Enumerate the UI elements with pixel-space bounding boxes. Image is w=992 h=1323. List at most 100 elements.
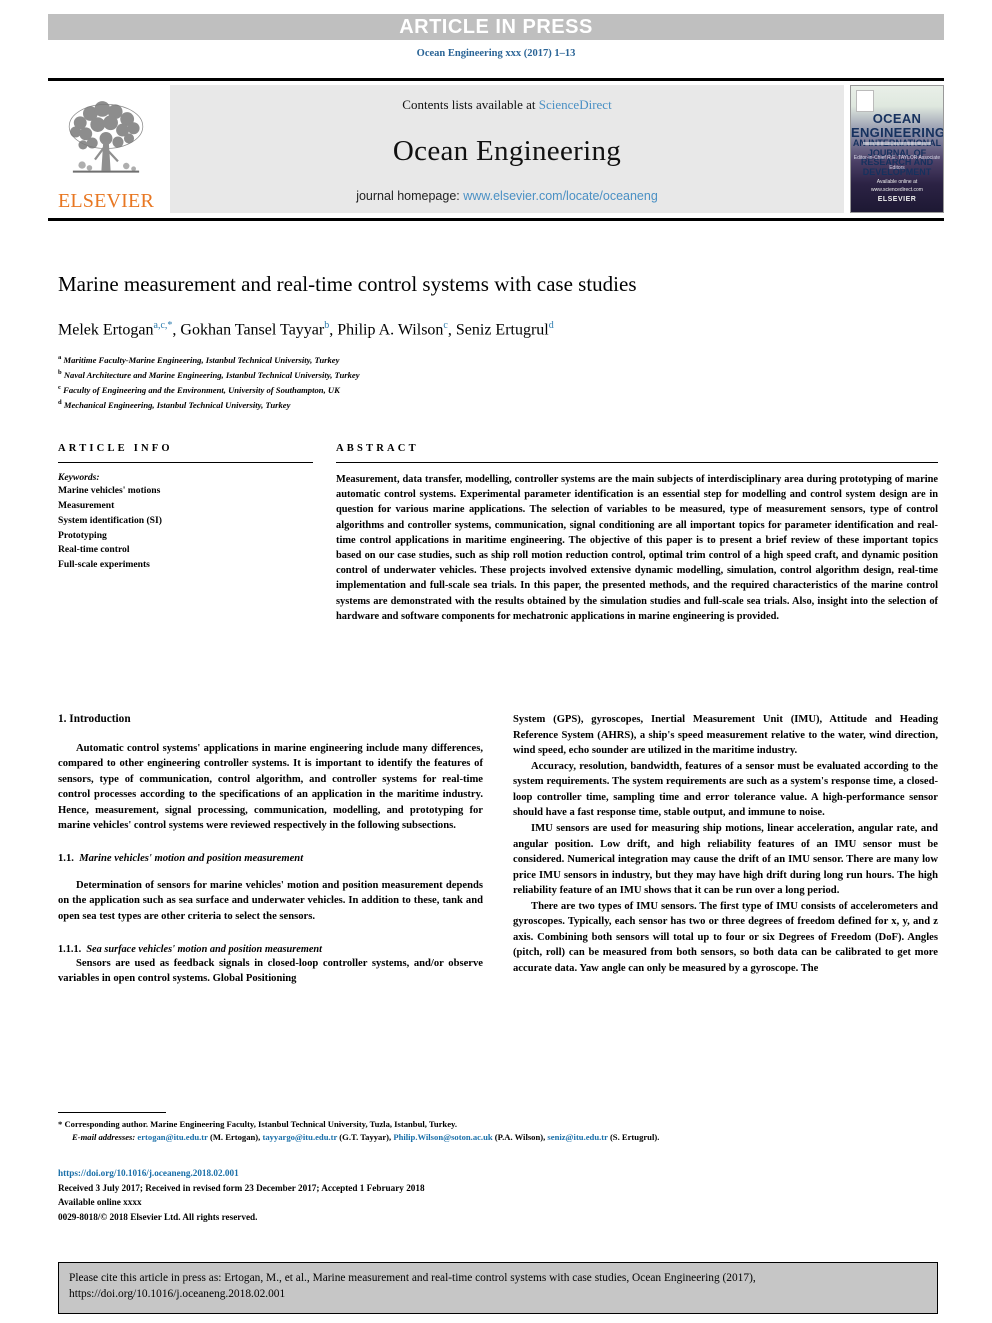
- body-paragraph: Accuracy, resolution, bandwidth, feature…: [513, 760, 938, 819]
- author-affil-marks: d: [548, 320, 554, 332]
- abstract-body: Measurement, data transfer, modelling, c…: [336, 474, 938, 622]
- email-owner: (S. Ertugrul).: [609, 1132, 660, 1143]
- affiliation-item: b Naval Architecture and Marine Engineer…: [58, 368, 938, 383]
- keywords-label: Keywords:: [58, 472, 100, 483]
- author-name: Gokhan Tansel Tayyar: [180, 321, 325, 339]
- affiliation-text: Mechanical Engineering, Istanbul Technic…: [63, 399, 291, 410]
- contents-prefix: Contents lists available at: [402, 97, 539, 112]
- abstract-rule: [336, 462, 938, 463]
- body-paragraph: Automatic control systems' applications …: [58, 742, 483, 832]
- abstract-column: ABSTRACT Measurement, data transfer, mod…: [336, 443, 938, 624]
- article-body: 1. Introduction Automatic control system…: [58, 712, 938, 987]
- affiliation-mark: a: [58, 354, 62, 362]
- subsection-title: Marine vehicles' motion and position mea…: [79, 853, 304, 865]
- citation-box: Please cite this article in press as: Er…: [58, 1262, 938, 1314]
- body-paragraph: There are two types of IMU sensors. The …: [513, 900, 938, 974]
- paper-title: Marine measurement and real-time control…: [58, 272, 637, 296]
- body-paragraph: IMU sensors are used for measuring ship …: [513, 822, 938, 897]
- homepage-prefix: journal homepage:: [356, 189, 464, 203]
- affiliation-item: d Mechanical Engineering, Istanbul Techn…: [58, 398, 938, 413]
- keyword-item: Real-time control: [58, 544, 130, 556]
- email-link[interactable]: ertogan@itu.edu.tr: [137, 1132, 207, 1142]
- masthead-top-rule: [48, 78, 944, 81]
- keyword-item: Marine vehicles' motions: [58, 485, 161, 496]
- affiliation-text: Naval Architecture and Marine Engineerin…: [63, 369, 360, 380]
- available-online: Available online xxxx: [58, 1197, 142, 1208]
- body-left-column: 1. Introduction Automatic control system…: [58, 712, 483, 987]
- sciencedirect-link[interactable]: ScienceDirect: [539, 97, 612, 112]
- email-owner: (M. Ertogan),: [209, 1132, 261, 1143]
- journal-title: Ocean Engineering: [392, 134, 622, 167]
- journal-cover-thumbnail: OCEAN ENGINEERING AN INTERNATIONAL JOURN…: [850, 85, 944, 213]
- elsevier-logo: ELSEVIER: [48, 85, 164, 213]
- masthead-center-panel: Contents lists available at ScienceDirec…: [170, 85, 844, 213]
- subsubsection-title: Sea surface vehicles' motion and positio…: [86, 943, 323, 955]
- cover-publisher: ELSEVIER: [877, 195, 917, 203]
- author-list: Melek Ertogana,c,*, Gokhan Tansel Tayyar…: [58, 320, 554, 339]
- affiliation-list: a Maritime Faculty-Marine Engineering, I…: [58, 353, 938, 412]
- affiliation-mark: c: [58, 383, 61, 391]
- email-link[interactable]: seniz@itu.edu.tr: [547, 1132, 607, 1142]
- body-paragraph: Determination of sensors for marine vehi…: [58, 879, 483, 922]
- author-name: Philip A. Wilson: [337, 321, 444, 339]
- subsubsection-number: 1.1.1.: [58, 943, 82, 955]
- author-affil-marks: b: [324, 320, 330, 332]
- cover-editors: Editor-in-Chief R.E. TAYLOR Associate Ed…: [853, 155, 941, 171]
- affiliation-mark: d: [58, 398, 62, 406]
- body-paragraph: System (GPS), gyroscopes, Inertial Measu…: [513, 714, 938, 757]
- keyword-item: Full-scale experiments: [58, 559, 150, 571]
- info-abstract-region: ARTICLE INFO Keywords: Marine vehicles' …: [58, 443, 938, 624]
- keyword-item: System identification (SI): [58, 514, 162, 526]
- copyright-line: 0029-8018/© 2018 Elsevier Ltd. All right…: [58, 1212, 258, 1223]
- masthead-bottom-rule: [48, 218, 944, 221]
- affiliation-mark: b: [58, 369, 62, 377]
- article-first-page: ARTICLE IN PRESS Ocean Engineering xxx (…: [0, 0, 992, 1323]
- journal-masthead: ELSEVIER Contents lists available at Sci…: [48, 78, 944, 221]
- citation-line-1: Please cite this article in press as: Er…: [69, 1272, 756, 1284]
- abstract-heading: ABSTRACT: [336, 443, 419, 454]
- email-addresses-label: E-mail addresses:: [72, 1132, 136, 1143]
- footnote-rule: [58, 1112, 166, 1113]
- body-right-column: System (GPS), gyroscopes, Inertial Measu…: [513, 712, 938, 987]
- author-name: Seniz Ertugrul: [455, 321, 549, 339]
- journal-homepage-line: journal homepage: www.elsevier.com/locat…: [356, 189, 658, 203]
- body-paragraph: Sensors are used as feedback signals in …: [58, 957, 483, 985]
- article-info-rule: [58, 462, 313, 463]
- contents-list-line: Contents lists available at ScienceDirec…: [402, 97, 611, 113]
- author-affil-marks: c: [443, 320, 448, 332]
- article-info-column: ARTICLE INFO Keywords: Marine vehicles' …: [58, 443, 313, 624]
- email-owner: (P.A. Wilson),: [494, 1132, 546, 1143]
- email-link[interactable]: tayyargo@itu.edu.tr: [262, 1132, 337, 1142]
- author-name: Melek Ertogan: [58, 321, 154, 339]
- subsection-number: 1.1.: [58, 853, 74, 865]
- journal-homepage-link[interactable]: www.elsevier.com/locate/oceaneng: [463, 189, 658, 203]
- publication-info-block: https://doi.org/10.1016/j.oceaneng.2018.…: [58, 1166, 938, 1225]
- author-affil-marks: a,c,*: [153, 320, 173, 332]
- doi-link[interactable]: https://doi.org/10.1016/j.oceaneng.2018.…: [58, 1166, 938, 1181]
- subsection-heading: 1.1. Marine vehicles' motion and positio…: [58, 852, 483, 866]
- cover-footer: Available online at www.sciencedirect.co…: [851, 178, 943, 205]
- title-block: Marine measurement and real-time control…: [58, 272, 938, 412]
- email-addresses-line: E-mail addresses: ertogan@itu.edu.tr (M.…: [58, 1131, 938, 1144]
- corresponding-author-note: * Corresponding author. Marine Engineeri…: [58, 1119, 457, 1129]
- affiliation-item: c Faculty of Engineering and the Environ…: [58, 383, 938, 398]
- keyword-item: Measurement: [58, 499, 115, 511]
- received-dates: Received 3 July 2017; Received in revise…: [58, 1182, 425, 1193]
- elsevier-tree-icon: [68, 101, 144, 173]
- keyword-item: Prototyping: [58, 529, 107, 541]
- affiliation-text: Faculty of Engineering and the Environme…: [63, 384, 340, 395]
- article-info-heading: ARTICLE INFO: [58, 443, 173, 454]
- article-in-press-banner: ARTICLE IN PRESS: [48, 14, 944, 40]
- email-link[interactable]: Philip.Wilson@soton.ac.uk: [393, 1132, 492, 1142]
- cover-footer-note: Available online at www.sciencedirect.co…: [871, 178, 923, 193]
- cover-publisher-mark: [856, 90, 874, 112]
- affiliation-text: Maritime Faculty-Marine Engineering, Ist…: [63, 355, 340, 366]
- citation-line-2: https://doi.org/10.1016/j.oceaneng.2018.…: [69, 1288, 286, 1301]
- article-in-press-label: ARTICLE IN PRESS: [399, 15, 593, 38]
- cover-divider: [863, 142, 931, 145]
- section-heading-introduction: 1. Introduction: [58, 713, 131, 725]
- email-owner: (G.T. Tayyar),: [339, 1132, 392, 1143]
- footnote-block: * Corresponding author. Marine Engineeri…: [58, 1112, 938, 1145]
- elsevier-wordmark: ELSEVIER: [57, 190, 155, 212]
- journal-reference-line: Ocean Engineering xxx (2017) 1–13: [416, 48, 576, 59]
